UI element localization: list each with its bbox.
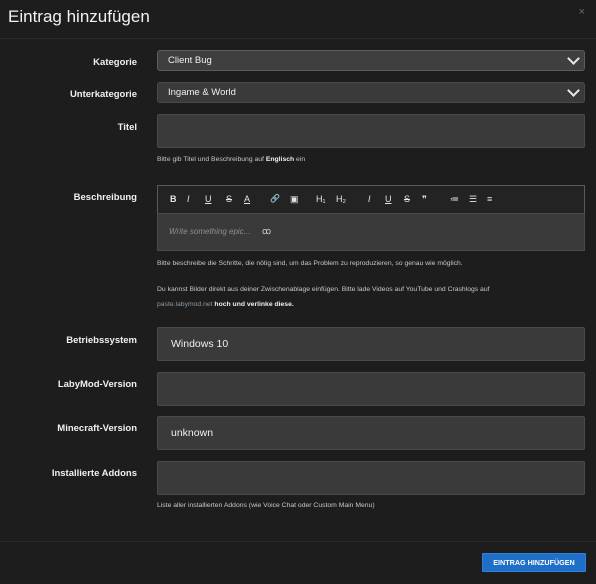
minecraft-version-label: Minecraft-Version <box>57 423 137 434</box>
editor-toolbar: B I U S A 🔗 ▣ H₁ H₂ I U S ❞ ≔ ☰ ≡ <box>157 185 585 214</box>
titel-help: Bitte gib Titel und Beschreibung auf Eng… <box>157 156 305 163</box>
add-entry-dialog: Eintrag hinzufügen × Kategorie Client Bu… <box>0 0 596 584</box>
description-editor[interactable]: Write something epic... ꝏ <box>157 213 585 251</box>
text-color-button[interactable]: A <box>244 194 250 204</box>
strike-button[interactable]: S <box>226 194 232 204</box>
dialog-header: Eintrag hinzufügen × <box>0 0 596 39</box>
submit-button[interactable]: EINTRAG HINZUFÜGEN <box>482 553 586 572</box>
beschreibung-help-1: Bitte beschreibe die Schritte, die nötig… <box>157 260 463 267</box>
beschreibung-label: Beschreibung <box>73 192 137 203</box>
unterkategorie-label: Unterkategorie <box>69 89 137 100</box>
link-icon[interactable]: 🔗 <box>270 194 280 203</box>
addons-input[interactable] <box>157 461 585 495</box>
bold-button[interactable]: B <box>170 194 177 204</box>
addons-label: Installierte Addons <box>51 468 137 479</box>
chevron-down-icon <box>567 84 580 97</box>
beschreibung-help-2b: hoch und verlinke diese. <box>212 301 294 308</box>
titel-label: Titel <box>117 122 137 133</box>
titel-help-bold: Englisch <box>265 156 295 163</box>
titel-help-prefix: Bitte gib Titel und Beschreibung auf <box>157 156 266 163</box>
editor-placeholder-glyph: ꝏ <box>262 226 272 236</box>
kategorie-select[interactable]: Client Bug <box>157 50 585 71</box>
align-icon[interactable]: ≡ <box>487 194 492 204</box>
dialog-title: Eintrag hinzufügen <box>8 7 150 26</box>
editor-placeholder: Write something epic... <box>169 227 251 236</box>
beschreibung-help-2: Du kannst Bilder direkt aus deiner Zwisc… <box>157 282 577 312</box>
bullet-list-icon[interactable]: ☰ <box>469 194 477 205</box>
heading2-button[interactable]: H₂ <box>336 194 346 204</box>
underline-button-2[interactable]: U <box>385 194 392 204</box>
betriebssystem-input[interactable]: Windows 10 <box>157 327 585 361</box>
footer-divider <box>0 541 596 542</box>
labymod-version-label: LabyMod-Version <box>57 379 137 390</box>
kategorie-value: Client Bug <box>168 55 212 66</box>
addons-help: Liste aller installierten Addons (wie Vo… <box>157 502 375 509</box>
ordered-list-icon[interactable]: ≔ <box>450 194 459 205</box>
heading1-button[interactable]: H₁ <box>316 194 326 204</box>
betriebssystem-label: Betriebssystem <box>66 335 137 346</box>
italic-button[interactable]: I <box>187 194 190 204</box>
beschreibung-help-2a: Du kannst Bilder direkt aus deiner Zwisc… <box>157 286 490 293</box>
italic-button-2[interactable]: I <box>368 194 371 204</box>
titel-input[interactable] <box>157 114 585 148</box>
underline-button[interactable]: U <box>205 194 212 204</box>
strike-button-2[interactable]: S <box>404 194 410 204</box>
labymod-version-input[interactable] <box>157 372 585 406</box>
minecraft-version-input[interactable]: unknown <box>157 416 585 450</box>
close-icon[interactable]: × <box>579 6 585 18</box>
titel-help-suffix: ein <box>294 156 306 163</box>
unterkategorie-select[interactable]: Ingame & World <box>157 82 585 103</box>
unterkategorie-value: Ingame & World <box>168 87 236 98</box>
quote-icon[interactable]: ❞ <box>422 194 427 205</box>
kategorie-label: Kategorie <box>93 57 137 68</box>
image-icon[interactable]: ▣ <box>290 194 299 205</box>
paste-link[interactable]: paste.labymod.net <box>157 301 213 308</box>
chevron-down-icon <box>567 52 580 65</box>
